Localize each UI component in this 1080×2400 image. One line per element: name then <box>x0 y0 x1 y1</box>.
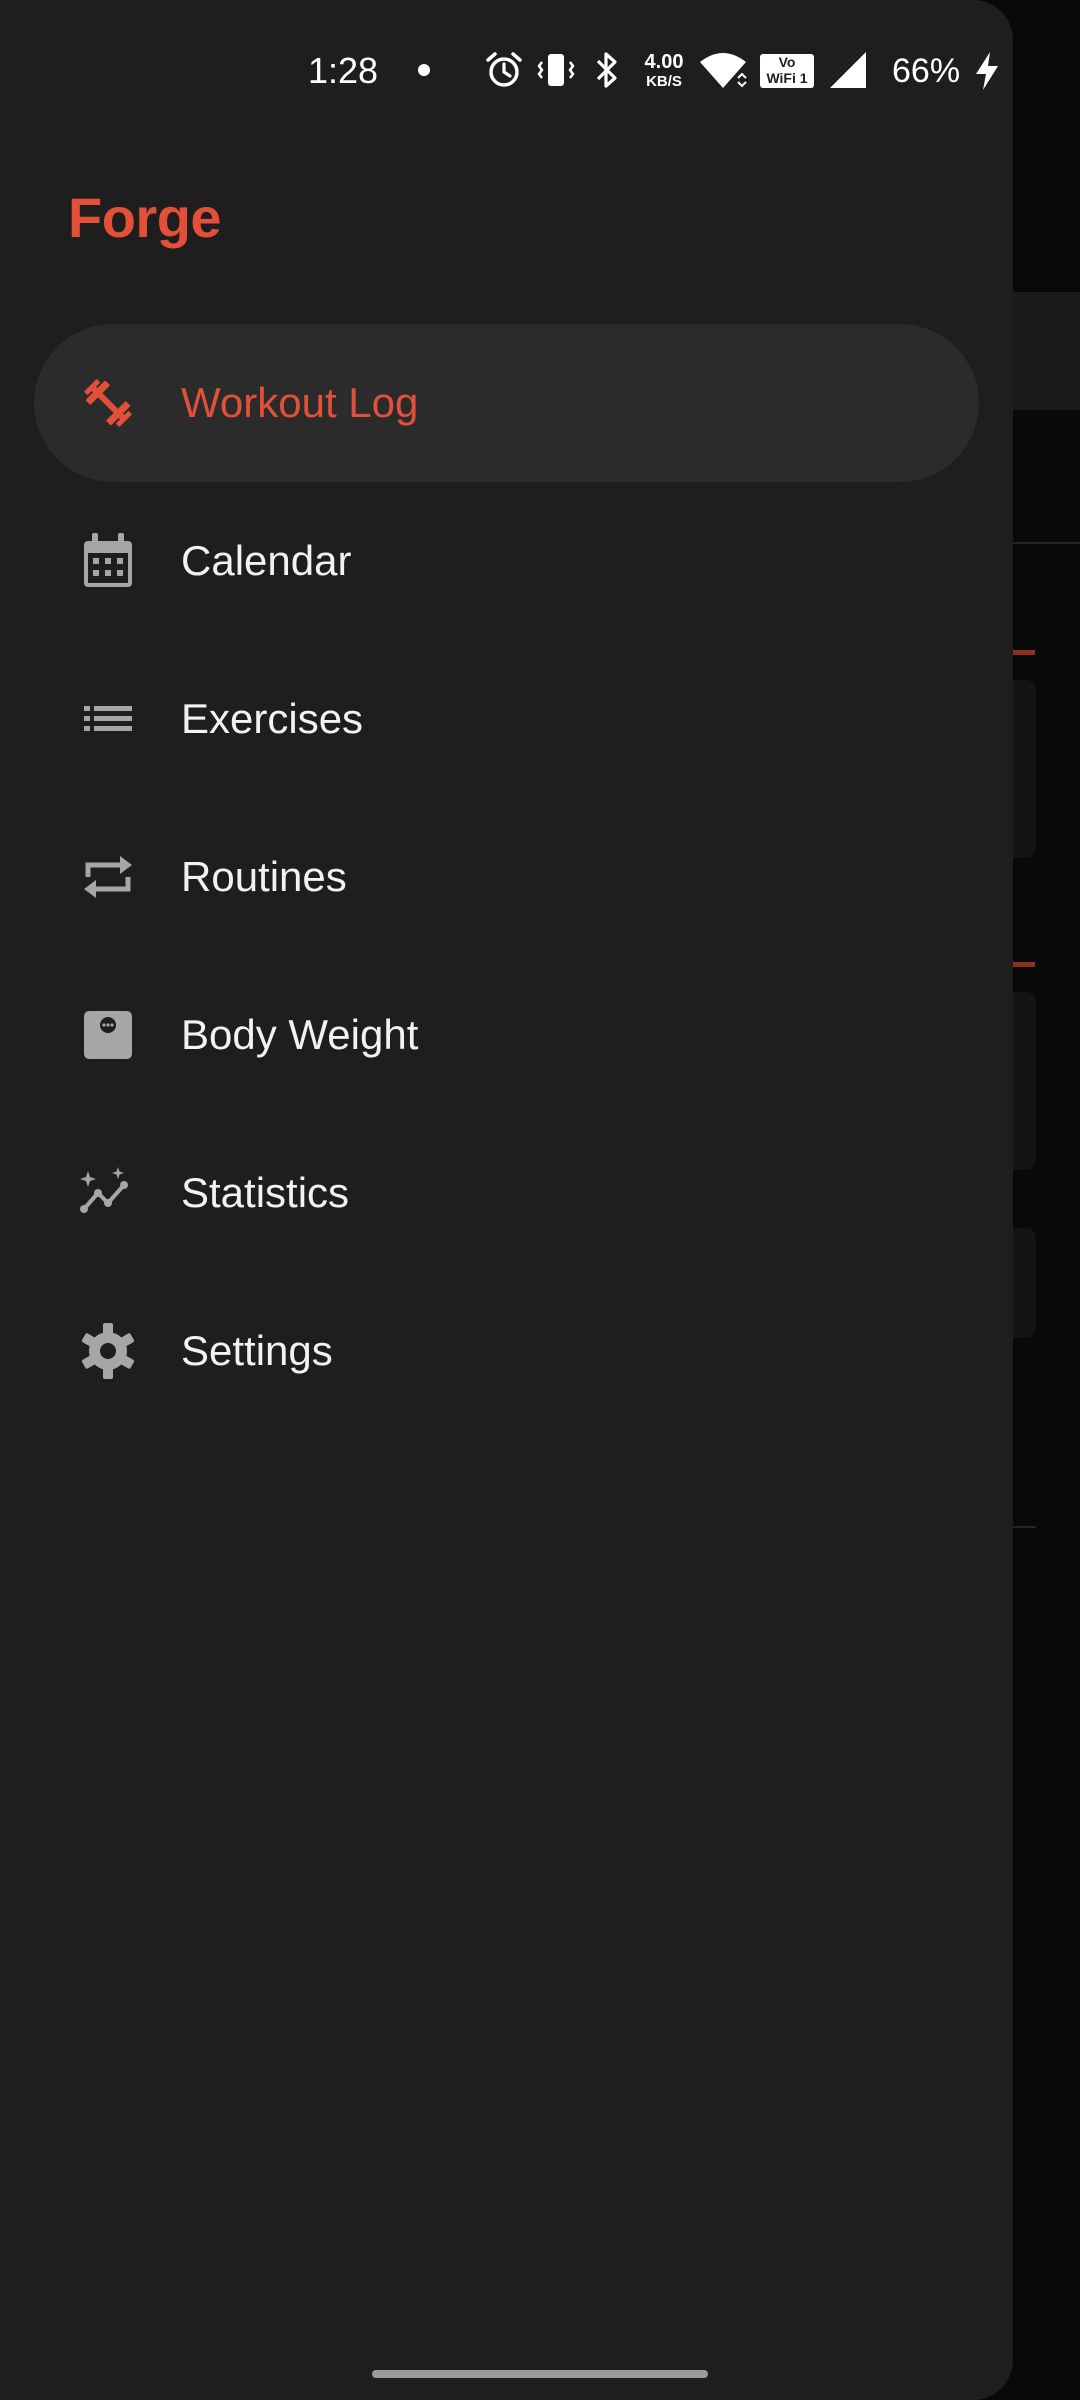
calendar-icon <box>84 533 132 587</box>
cellular-signal-icon <box>830 52 866 88</box>
stats-icon <box>80 1167 128 1213</box>
menu-item-routines[interactable]: Routines <box>34 798 979 956</box>
vibrate-icon <box>537 54 575 86</box>
status-time: 1:28 <box>308 50 379 91</box>
dumbbell-icon <box>84 379 132 427</box>
navigation-drawer: 1:28 4.00 KB/S Vo WiFi 1 66% Forge Worko… <box>0 0 1013 2400</box>
volte-bottom-label: WiFi 1 <box>766 70 808 86</box>
menu-item-label: Settings <box>181 1327 333 1374</box>
menu-item-label: Calendar <box>181 537 352 584</box>
volte-wifi-icon: Vo WiFi 1 <box>760 54 814 88</box>
charging-icon <box>976 52 998 90</box>
menu-item-workout-log[interactable]: Workout Log <box>34 324 979 482</box>
menu-item-label: Statistics <box>181 1169 350 1216</box>
notification-dot-icon <box>418 64 430 76</box>
menu-item-label: Routines <box>181 853 347 900</box>
menu-item-body-weight[interactable]: Body Weight <box>34 956 979 1114</box>
drawer-menu: Workout Log Calendar Exercises Routines … <box>34 324 979 1430</box>
menu-item-label: Body Weight <box>181 1011 419 1058</box>
network-speed-unit: KB/S <box>646 73 682 90</box>
repeat-icon <box>84 856 132 898</box>
menu-item-exercises[interactable]: Exercises <box>34 640 979 798</box>
gear-icon <box>81 1323 135 1379</box>
menu-item-calendar[interactable]: Calendar <box>34 482 979 640</box>
battery-percentage: 66% <box>892 52 961 90</box>
menu-item-label: Exercises <box>181 695 364 742</box>
menu-item-settings[interactable]: Settings <box>34 1272 979 1430</box>
status-bar: 1:28 4.00 KB/S Vo WiFi 1 66% <box>0 0 1013 140</box>
list-icon <box>84 706 132 731</box>
screen: 1:28 4.00 KB/S Vo WiFi 1 66% Forge Worko… <box>0 0 1080 2400</box>
bluetooth-icon <box>596 52 617 88</box>
menu-item-label: Workout Log <box>181 379 419 426</box>
scale-icon <box>84 1011 132 1059</box>
wifi-icon <box>700 53 747 88</box>
network-speed: 4.00 KB/S <box>636 52 692 89</box>
gesture-navigation-bar[interactable] <box>372 2370 708 2378</box>
network-speed-value: 4.00 <box>644 51 684 73</box>
app-title: Forge <box>68 186 222 249</box>
volte-top-label: Vo <box>778 54 796 70</box>
alarm-icon <box>486 52 522 87</box>
menu-item-statistics[interactable]: Statistics <box>34 1114 979 1272</box>
